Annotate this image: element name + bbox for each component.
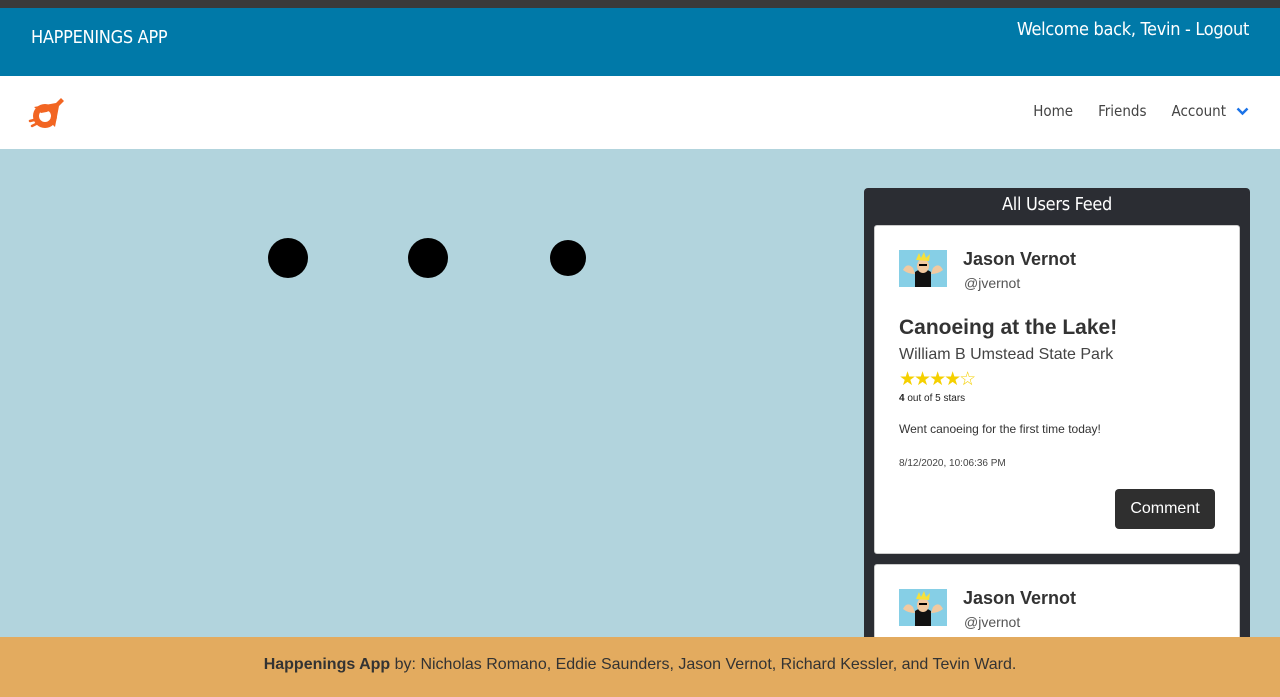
nav-links: Home Friends Account [1008,102,1249,120]
nav-friends-link[interactable]: Friends [1098,102,1146,120]
loading-dot [408,238,448,278]
post-user-name[interactable]: Jason Vernot [963,588,1076,609]
comment-button[interactable]: Comment [1115,489,1215,529]
app-title: HAPPENINGS APP [31,27,168,48]
logout-link[interactable]: Logout [1195,19,1249,40]
feed-post-card: Jason Vernot @jvernot Canoeing at the La… [874,225,1240,554]
nav-account-label: Account [1171,102,1226,120]
post-user-handle: @jvernot [964,275,1021,291]
loading-dot [550,240,586,276]
rating-text: 4 out of 5 stars [899,393,965,404]
rating-suffix: out of 5 stars [904,393,966,404]
top-strip [0,0,1280,8]
post-text: Went canoeing for the first time today! [899,422,1101,436]
star-rating-icon: ★★★★☆ [899,369,976,390]
avatar [899,589,947,626]
header-bar: HAPPENINGS APP Welcome back, Tevin - Log… [0,8,1280,76]
all-users-feed: All Users Feed Jason Vernot @jvernot Can… [864,188,1250,648]
footer-brand: Happenings App [263,656,391,673]
nav-home-link[interactable]: Home [1033,102,1073,120]
feed-title: All Users Feed [1001,194,1113,215]
post-user-name[interactable]: Jason Vernot [963,249,1076,270]
post-title: Canoeing at the Lake! [899,316,1118,339]
feed-post-card: Jason Vernot @jvernot [874,564,1240,648]
loading-dot [268,238,308,278]
footer: Happenings App by: Nicholas Romano, Eddi… [0,637,1280,697]
chevron-down-icon [1236,107,1249,115]
footer-credits: by: Nicholas Romano, Eddie Saunders, Jas… [390,656,1017,673]
welcome-message: Welcome back, Tevin - Logout [1017,19,1249,40]
navbar: Home Friends Account [0,76,1280,149]
rocket-logo-icon[interactable] [28,97,66,131]
post-user-handle: @jvernot [964,614,1021,630]
nav-account-dropdown[interactable]: Account [1172,102,1249,120]
welcome-text: Welcome back, Tevin - [1016,19,1196,40]
post-timestamp: 8/12/2020, 10:06:36 PM [899,458,1006,469]
post-location: William B Umstead State Park [899,346,1114,363]
avatar [899,250,947,287]
